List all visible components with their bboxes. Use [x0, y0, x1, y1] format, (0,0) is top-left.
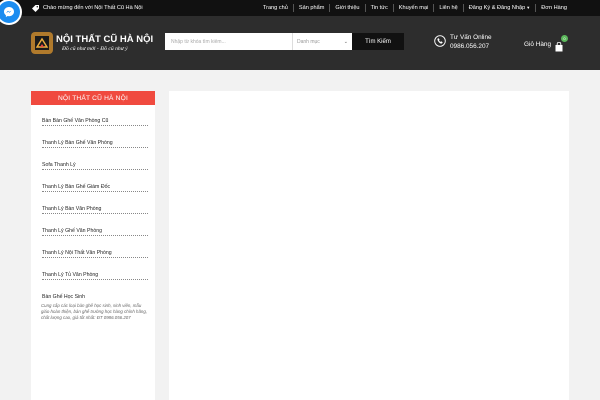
sidebar-item-office-furniture-clearance[interactable]: Thanh Lý Bàn Ghế Văn Phòng: [42, 140, 148, 148]
sidebar-item-sofa[interactable]: Sofa Thanh Lý: [42, 162, 148, 170]
nav-home[interactable]: Trang chủ: [258, 4, 293, 12]
top-bar: Chào mừng đến với Nội Thất Cũ Hà Nội Tra…: [0, 0, 600, 16]
category-select[interactable]: Danh mục ⌄: [292, 33, 352, 50]
main-content-panel: [169, 91, 569, 400]
sidebar-item-office-interior[interactable]: Thanh Lý Nội Thất Văn Phòng: [42, 250, 148, 258]
phone-label: Tư Vấn Online: [450, 34, 492, 41]
top-nav: Trang chủ Sản phẩm Giới thiệu Tin tức Kh…: [258, 0, 572, 16]
sidebar-title: NỘI THẤT CŨ HÀ NỘI: [31, 91, 155, 105]
logo-icon[interactable]: [31, 32, 53, 54]
cart[interactable]: Giỏ Hàng 0: [524, 35, 574, 52]
welcome-text: Chào mừng đến với Nội Thất Cũ Hà Nội: [43, 5, 143, 11]
nav-promotions[interactable]: Khuyến mại: [392, 4, 434, 12]
phone-icon: [434, 35, 446, 47]
sidebar-item-office-desk[interactable]: Thanh Lý Bàn Văn Phòng: [42, 206, 148, 214]
sidebar-item-office-chair[interactable]: Thanh Lý Ghế Văn Phòng: [42, 228, 148, 236]
sidebar-item-office-cabinet[interactable]: Thanh Lý Tủ Văn Phòng: [42, 272, 148, 280]
nav-news[interactable]: Tin tức: [364, 4, 393, 12]
phone-contact[interactable]: Tư Vấn Online 0986.056.207: [434, 32, 514, 54]
logo-slogan: Đồ cũ như mới - Đồ cũ như ý: [62, 46, 128, 52]
nav-products[interactable]: Sản phẩm: [292, 4, 330, 12]
sidebar-item-student-furniture[interactable]: Bàn Ghế Học Sinh: [42, 294, 148, 302]
cart-label: Giỏ Hàng: [524, 40, 551, 48]
cart-count-badge: 0: [561, 35, 568, 42]
nav-orders[interactable]: Đơn Hàng: [535, 4, 572, 12]
site-header: NỘI THẤT CŨ HÀ NỘI Đồ cũ như mới - Đồ cũ…: [0, 16, 600, 70]
sidebar-item-description: Cung cấp các loại bàn ghế học sinh, sinh…: [41, 303, 148, 320]
nav-about[interactable]: Giới thiệu: [329, 4, 364, 12]
welcome-message: Chào mừng đến với Nội Thất Cũ Hà Nội: [32, 0, 143, 16]
search-bar: Danh mục ⌄ Tìm Kiếm: [165, 33, 404, 50]
nav-account-label: Đăng Ký & Đăng Nhập: [468, 5, 526, 11]
search-input[interactable]: [165, 33, 292, 50]
logo-title[interactable]: NỘI THẤT CŨ HÀ NỘI: [56, 34, 153, 45]
category-select-label: Danh mục: [297, 38, 320, 45]
phone-number[interactable]: 0986.056.207: [450, 43, 489, 50]
chevron-down-icon: ▼: [526, 5, 531, 10]
tag-icon: [32, 4, 39, 12]
search-button[interactable]: Tìm Kiếm: [352, 33, 404, 50]
shopping-bag-icon: 0: [554, 35, 568, 52]
nav-contact[interactable]: Liên hệ: [433, 4, 462, 12]
nav-account[interactable]: Đăng Ký & Đăng Nhập▼: [462, 4, 536, 12]
chevron-down-icon: ⌄: [343, 38, 348, 45]
sidebar-item-director-furniture[interactable]: Thanh Lý Bàn Ghế Giám Đốc: [42, 184, 148, 192]
category-sidebar: NỘI THẤT CŨ HÀ NỘI Bàn Bàn Ghế Văn Phòng…: [31, 91, 155, 400]
sidebar-item-used-office-furniture[interactable]: Bàn Bàn Ghế Văn Phòng Cũ: [42, 118, 148, 126]
